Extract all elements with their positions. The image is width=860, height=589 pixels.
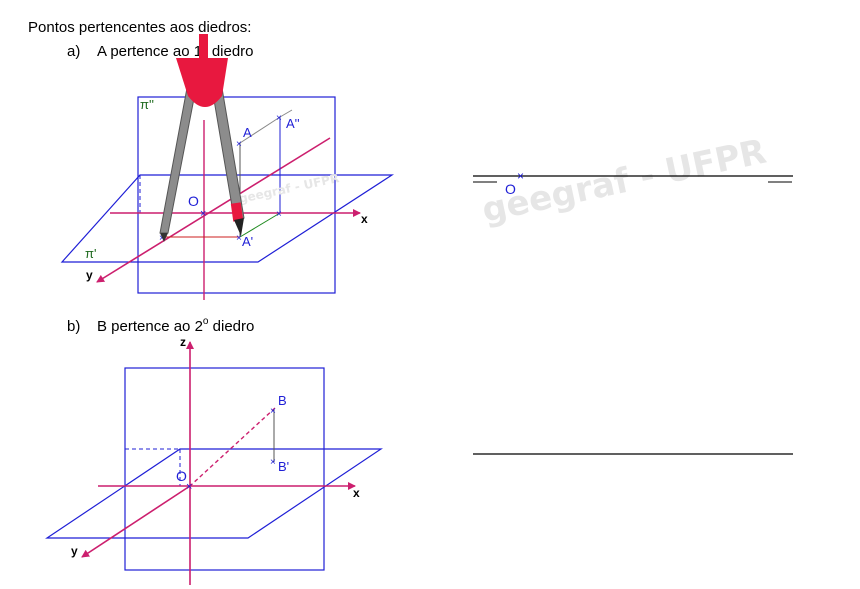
projection-h-label: A'	[242, 234, 253, 249]
epure-a: geegraf - UFPR × O	[473, 132, 793, 231]
axis-y	[96, 137, 331, 283]
stage: Pontos pertencentes aos diedros: a) A pe…	[28, 19, 793, 585]
item-b-text: B pertence ao 2o diedro	[97, 316, 254, 335]
item-a-text: A pertence ao 1o diedro	[97, 41, 254, 60]
axis-y-b-dashed	[189, 407, 276, 487]
mark-origin-b: ×	[186, 481, 192, 493]
plane-horizontal-label: π'	[85, 246, 96, 261]
figure-b: × × × B B' O x y z	[45, 335, 383, 585]
figure-a: × × × × × × π'' π' O A A'' A' x y geegra…	[60, 34, 395, 300]
projection-v-label: A''	[286, 116, 300, 131]
point-b-label: B	[278, 393, 287, 408]
epure-origin-label: O	[505, 181, 516, 197]
projection-b-label: B'	[278, 459, 289, 474]
mark-origin: ×	[200, 208, 206, 220]
point-a-label: A	[243, 125, 252, 140]
vertical-plane-b	[124, 367, 325, 571]
mark-a: ×	[236, 139, 242, 150]
mark-b1: ×	[270, 457, 276, 468]
axis-y-label: y	[86, 268, 93, 282]
origin-label: O	[188, 193, 199, 209]
item-b-marker: b)	[67, 318, 80, 335]
horizontal-plane	[60, 174, 395, 263]
watermark-figure: geegraf - UFPR	[238, 171, 341, 206]
axis-z-label-b: z	[180, 335, 186, 349]
epure-origin-mark: ×	[517, 169, 524, 183]
plane-vertical-label: π''	[140, 97, 154, 112]
origin-label-b: O	[176, 468, 187, 484]
mark-b: ×	[270, 406, 276, 417]
heading-title: Pontos pertencentes aos diedros:	[28, 19, 251, 36]
axis-x-label: x	[361, 212, 368, 226]
axis-x-label-b: x	[353, 486, 360, 500]
item-a-marker: a)	[67, 43, 80, 60]
axis-y-b	[81, 485, 191, 558]
mark-a2: ×	[276, 113, 282, 124]
axis-y-label-b: y	[71, 544, 78, 558]
mark-axis: ×	[276, 209, 282, 220]
horizontal-plane-b	[45, 448, 383, 539]
